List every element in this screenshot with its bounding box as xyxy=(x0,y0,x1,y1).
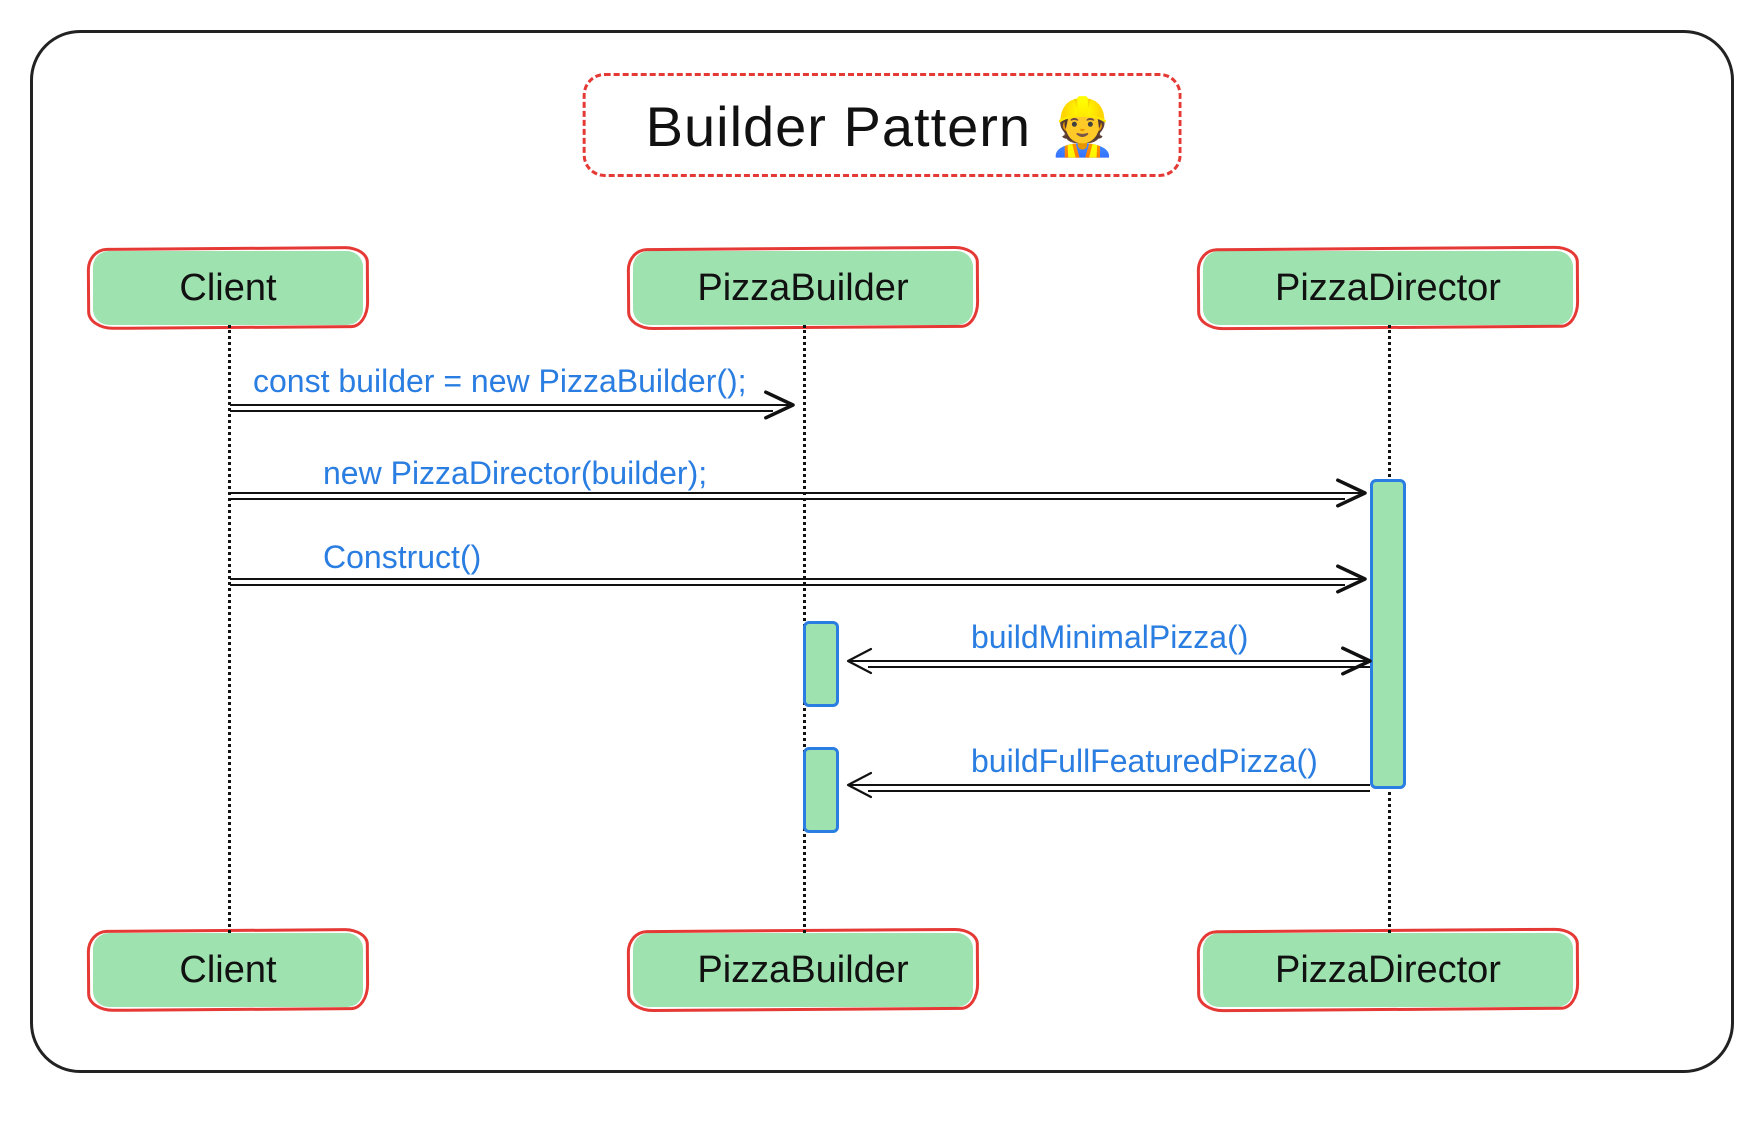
message-label: buildFullFeaturedPizza() xyxy=(971,743,1318,780)
lifeline-client xyxy=(228,325,231,933)
participant-pizzabuilder-top: PizzaBuilder xyxy=(633,251,973,325)
participant-client-top: Client xyxy=(93,251,363,325)
diagram-frame: Builder Pattern 👷 Client PizzaBuilder Pi… xyxy=(30,30,1734,1073)
message-label: new PizzaDirector(builder); xyxy=(323,455,707,492)
participant-pizzadirector-top: PizzaDirector xyxy=(1203,251,1573,325)
participant-client-bottom: Client xyxy=(93,933,363,1007)
participant-label: Client xyxy=(93,251,363,325)
message-label: const builder = new PizzaBuilder(); xyxy=(253,363,747,400)
activation-pizzabuilder-1 xyxy=(803,621,839,707)
activation-pizzabuilder-2 xyxy=(803,747,839,833)
participant-label: PizzaBuilder xyxy=(633,933,973,1007)
participant-label: PizzaBuilder xyxy=(633,251,973,325)
participant-label: PizzaDirector xyxy=(1203,933,1573,1007)
message-label: buildMinimalPizza() xyxy=(971,619,1248,656)
diagram-title: Builder Pattern 👷 xyxy=(646,95,1119,158)
participant-label: Client xyxy=(93,933,363,1007)
message-label: Construct() xyxy=(323,539,481,576)
participant-label: PizzaDirector xyxy=(1203,251,1573,325)
title-box: Builder Pattern 👷 xyxy=(583,73,1182,177)
activation-pizzadirector xyxy=(1370,479,1406,789)
participant-pizzadirector-bottom: PizzaDirector xyxy=(1203,933,1573,1007)
participant-pizzabuilder-bottom: PizzaBuilder xyxy=(633,933,973,1007)
